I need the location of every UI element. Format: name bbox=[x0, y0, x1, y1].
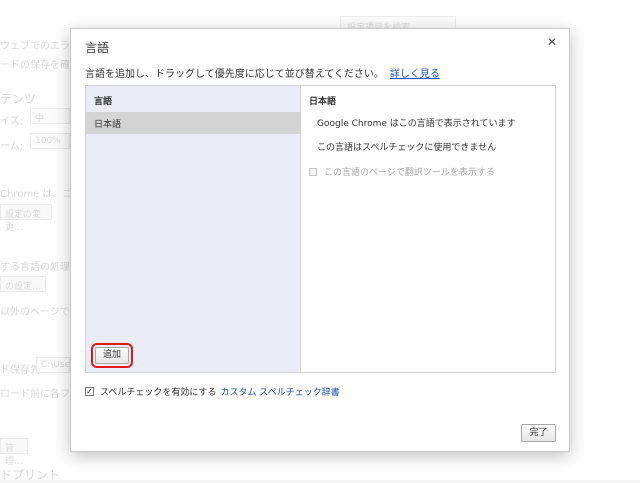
spellcheck-status: この言語はスペルチェックに使用できません bbox=[317, 143, 497, 153]
spellcheck-checkbox[interactable]: ✓ bbox=[85, 387, 94, 396]
dialog-title: 言語 bbox=[85, 41, 110, 55]
description-text: 言語を追加し、ドラッグして優先度に応じて並び替えてください。 bbox=[85, 69, 384, 80]
language-list-header: 言語 bbox=[94, 97, 113, 107]
language-detail: 日本語 Google Chrome はこの言語で表示されています この言語はスペ… bbox=[301, 86, 555, 372]
display-language-status: Google Chrome はこの言語で表示されています bbox=[317, 119, 516, 129]
languages-panel: 言語 日本語 追加 日本語 Google Chrome はこの言語で表示されてい… bbox=[85, 85, 556, 373]
done-button[interactable]: 完了 bbox=[521, 424, 556, 442]
translate-option: この言語のページで翻訳ツールを表示する bbox=[309, 165, 495, 178]
spellcheck-row: ✓ スペルチェックを有効にする カスタム スペルチェック辞書 bbox=[85, 385, 340, 398]
close-icon[interactable]: ✕ bbox=[545, 35, 559, 49]
learn-more-link[interactable]: 詳しく見る bbox=[390, 69, 440, 80]
translate-checkbox bbox=[309, 167, 317, 176]
language-list: 言語 日本語 追加 bbox=[86, 86, 301, 372]
custom-dictionary-link[interactable]: カスタム スペルチェック辞書 bbox=[220, 385, 339, 398]
language-list-item-japanese[interactable]: 日本語 bbox=[86, 112, 300, 134]
languages-dialog: 言語 ✕ 言語を追加し、ドラッグして優先度に応じて並び替えてください。 詳しく見る… bbox=[70, 28, 570, 452]
spellcheck-label[interactable]: スペルチェックを有効にする bbox=[100, 385, 216, 398]
translate-checkbox-label: この言語のページで翻訳ツールを表示する bbox=[324, 168, 495, 178]
language-detail-title: 日本語 bbox=[309, 97, 337, 107]
add-language-button[interactable]: 追加 bbox=[91, 343, 133, 368]
dialog-description: 言語を追加し、ドラッグして優先度に応じて並び替えてください。 詳しく見る bbox=[85, 65, 440, 80]
